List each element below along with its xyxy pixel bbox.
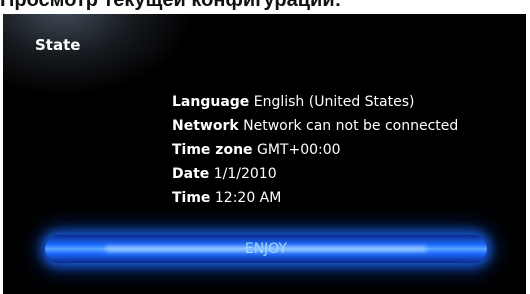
config-info-list: Language English (United States) Network…: [172, 90, 458, 210]
info-label: Time zone: [172, 142, 253, 158]
page-heading: Просмотр текущей конфигурации:: [0, 0, 342, 11]
device-screen: State Language English (United States) N…: [3, 14, 526, 294]
info-value: English (United States): [253, 94, 415, 110]
screen-title: State: [35, 36, 81, 54]
corner-glow: [3, 14, 193, 94]
info-value: 1/1/2010: [213, 166, 277, 182]
info-value: GMT+00:00: [257, 142, 341, 158]
info-row-time: Time 12:20 AM: [172, 186, 458, 210]
info-row-time-zone: Time zone GMT+00:00: [172, 138, 458, 162]
info-value: Network can not be connected: [243, 118, 459, 134]
info-label: Language: [172, 94, 250, 110]
info-label: Network: [172, 118, 239, 134]
info-label: Date: [172, 166, 210, 182]
info-row-date: Date 1/1/2010: [172, 162, 458, 186]
info-row-language: Language English (United States): [172, 90, 458, 114]
info-value: 12:20 AM: [214, 190, 282, 206]
info-row-network: Network Network can not be connected: [172, 114, 458, 138]
info-label: Time: [172, 190, 211, 206]
enjoy-button-label: ENJOY: [244, 241, 288, 257]
enjoy-button[interactable]: ENJOY: [45, 235, 487, 263]
